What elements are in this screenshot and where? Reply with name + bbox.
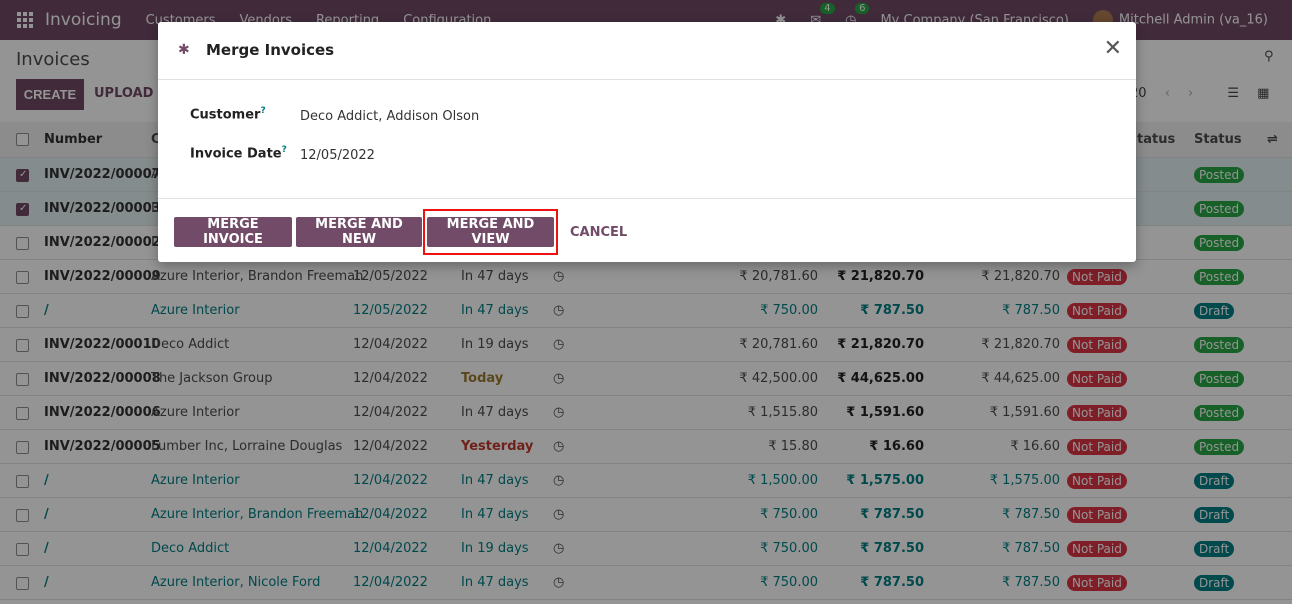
invoice-date-label: Invoice Date? <box>190 145 287 162</box>
bug-icon: ✱ <box>178 42 190 58</box>
close-icon[interactable]: ✕ <box>1104 36 1122 61</box>
invoice-date-value[interactable]: 12/05/2022 <box>300 148 375 163</box>
cancel-button[interactable]: CANCEL <box>560 217 628 247</box>
help-icon[interactable]: ? <box>282 145 287 155</box>
modal-title: Merge Invoices <box>206 41 335 59</box>
merge-and-view-button[interactable]: MERGE AND VIEW <box>427 217 554 247</box>
merge-and-new-button[interactable]: MERGE AND NEW <box>296 217 422 247</box>
customer-value[interactable]: Deco Addict, Addison Olson <box>300 109 479 124</box>
modal-footer: MERGE INVOICE MERGE AND NEW MERGE AND VI… <box>158 198 1136 262</box>
merge-invoice-button[interactable]: MERGE INVOICE <box>174 217 292 247</box>
customer-label: Customer? <box>190 106 266 123</box>
modal-header: ✱ Merge Invoices ✕ <box>158 22 1136 80</box>
merge-invoices-dialog: ✱ Merge Invoices ✕ Customer? Deco Addict… <box>158 22 1136 262</box>
help-icon[interactable]: ? <box>260 106 265 116</box>
